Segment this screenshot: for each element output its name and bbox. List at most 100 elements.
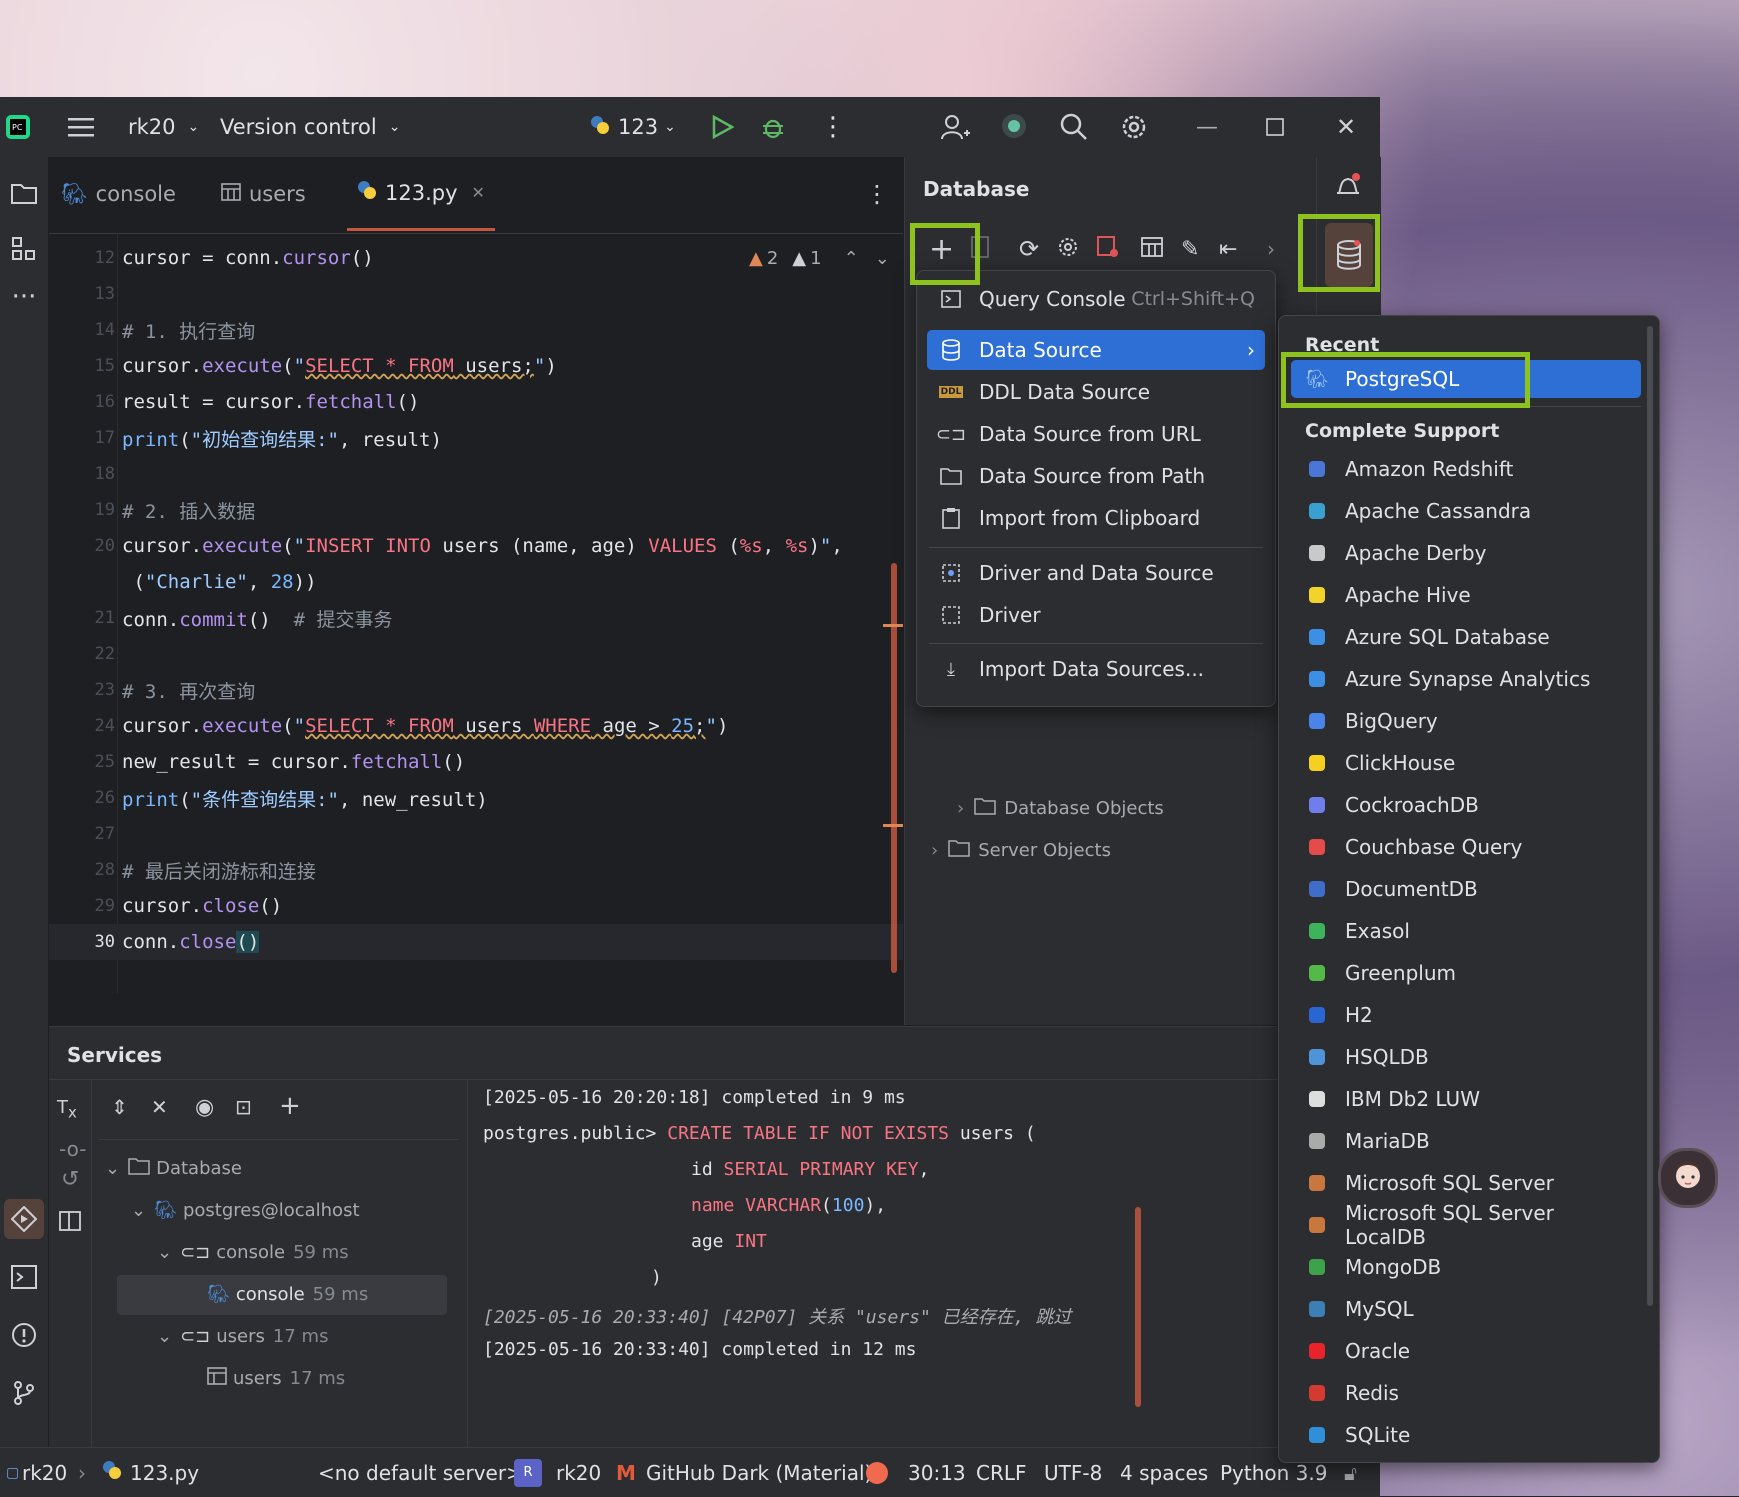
code-with-me-icon[interactable] bbox=[1000, 97, 1030, 157]
floating-assistant-avatar[interactable] bbox=[1658, 1148, 1718, 1208]
services-icon[interactable] bbox=[4, 1199, 44, 1239]
add-user-icon[interactable] bbox=[940, 97, 970, 157]
submenu-item-driver[interactable]: Exasol bbox=[1291, 912, 1641, 950]
expand-all-icon[interactable]: ⇕ bbox=[111, 1095, 128, 1119]
view-options-eye-icon[interactable]: ◉ bbox=[195, 1095, 214, 1120]
theme-color-dot[interactable] bbox=[866, 1461, 888, 1484]
minimize-icon[interactable]: — bbox=[1196, 97, 1218, 157]
submenu-item-driver[interactable]: ClickHouse bbox=[1291, 744, 1641, 782]
tx-icon[interactable]: Tx bbox=[57, 1097, 77, 1122]
tab-console[interactable]: 🐘︎ console bbox=[61, 157, 176, 231]
status-theme[interactable]: GitHub Dark (Material) bbox=[646, 1461, 872, 1485]
menu-item-data-source-url[interactable]: ⊂⊐ Data Source from URL bbox=[927, 414, 1265, 454]
submenu-item-driver[interactable]: H2 bbox=[1291, 996, 1641, 1034]
problems-icon[interactable] bbox=[4, 1315, 44, 1355]
menu-item-query-console[interactable]: Query Console Ctrl+Shift+Q bbox=[927, 279, 1265, 319]
layout-icon[interactable] bbox=[59, 1211, 81, 1235]
status-file[interactable]: 123.py bbox=[130, 1461, 199, 1485]
more-actions-icon[interactable]: ⋮ bbox=[820, 97, 846, 157]
submenu-item-driver[interactable]: CockroachDB bbox=[1291, 786, 1641, 824]
console-scrollbar[interactable] bbox=[1135, 1207, 1141, 1407]
submenu-item-driver[interactable]: IBM Db2 LUW bbox=[1291, 1080, 1641, 1118]
terminal-icon[interactable] bbox=[4, 1257, 44, 1297]
settings-gear-icon[interactable] bbox=[1120, 97, 1148, 157]
vcs-selector[interactable]: Version control ⌄ bbox=[220, 97, 400, 157]
error-stripe-marker[interactable] bbox=[883, 624, 903, 627]
tab-123-py[interactable]: 123.py ✕ bbox=[347, 157, 495, 231]
submenu-item-driver[interactable]: BigQuery bbox=[1291, 702, 1641, 740]
debug-icon[interactable] bbox=[760, 97, 786, 157]
tab-users[interactable]: users bbox=[221, 157, 306, 231]
submenu-item-driver[interactable]: DocumentDB bbox=[1291, 870, 1641, 908]
status-interpreter[interactable]: Python 3.9 bbox=[1220, 1461, 1328, 1485]
add-service-icon[interactable]: + bbox=[279, 1091, 301, 1121]
git-branch-icon[interactable] bbox=[4, 1373, 44, 1413]
disconnect-icon[interactable] bbox=[1097, 236, 1119, 262]
submenu-item-driver[interactable]: SQLite bbox=[1291, 1416, 1641, 1454]
submenu-item-driver[interactable]: Azure SQL Database bbox=[1291, 618, 1641, 656]
chevron-right-icon[interactable]: › bbox=[1267, 237, 1275, 261]
refresh-icon[interactable]: ⟳ bbox=[1019, 235, 1039, 263]
menu-item-import-data-sources[interactable]: ⤓ Import Data Sources... bbox=[927, 649, 1265, 689]
menu-item-data-source[interactable]: Data Source › bbox=[927, 330, 1265, 370]
code-editor[interactable]: 🐘︎ console users 123.py ✕ ⋮ ▲ 2 ▲ 1 ⌃ ⌄ bbox=[49, 157, 903, 1025]
close-window-icon[interactable]: ✕ bbox=[1336, 97, 1356, 157]
services-tree-console[interactable]: 🐘︎ console 59 ms bbox=[207, 1275, 368, 1313]
lock-icon[interactable]: 🔓︎ bbox=[1344, 1461, 1357, 1485]
collapse-all-icon[interactable]: ✕ bbox=[151, 1095, 168, 1119]
status-server[interactable]: <no default server> bbox=[318, 1461, 523, 1485]
status-project[interactable]: rk20 bbox=[22, 1461, 67, 1485]
services-tree-database[interactable]: ⌄ Database bbox=[105, 1149, 242, 1187]
menu-item-data-source-path[interactable]: Data Source from Path bbox=[927, 456, 1265, 496]
submenu-item-driver[interactable]: Couchbase Query bbox=[1291, 828, 1641, 866]
rollback-icon[interactable]: ↺ bbox=[61, 1167, 79, 1192]
status-indent[interactable]: 4 spaces bbox=[1120, 1461, 1208, 1485]
services-tree-console-session[interactable]: ⌄ ⊂⊐ console 59 ms bbox=[157, 1233, 349, 1271]
close-tab-icon[interactable]: ✕ bbox=[472, 183, 485, 202]
status-encoding[interactable]: UTF-8 bbox=[1044, 1461, 1102, 1485]
menu-item-driver[interactable]: Driver bbox=[927, 595, 1265, 635]
tree-database-objects[interactable]: › Database Objects bbox=[957, 789, 1164, 827]
submenu-item-driver[interactable]: MariaDB bbox=[1291, 1122, 1641, 1160]
status-user[interactable]: rk20 bbox=[556, 1461, 601, 1485]
submenu-item-driver[interactable]: Apache Hive bbox=[1291, 576, 1641, 614]
menu-item-ddl-data-source[interactable]: DDL DDL Data Source bbox=[927, 372, 1265, 412]
services-tree-users[interactable]: users 17 ms bbox=[207, 1359, 345, 1397]
more-tools-icon[interactable]: ··· bbox=[4, 277, 44, 317]
submenu-item-driver[interactable]: Microsoft SQL Server bbox=[1291, 1164, 1641, 1202]
tree-server-objects[interactable]: › Server Objects bbox=[931, 831, 1111, 869]
status-position[interactable]: 30:13 bbox=[908, 1461, 966, 1485]
status-line-separator[interactable]: CRLF bbox=[976, 1461, 1027, 1485]
menu-item-driver-data-source[interactable]: Driver and Data Source bbox=[927, 553, 1265, 593]
submenu-item-driver[interactable]: HSQLDB bbox=[1291, 1038, 1641, 1076]
submenu-item-driver[interactable]: Greenplum bbox=[1291, 954, 1641, 992]
submenu-item-driver[interactable]: Apache Cassandra bbox=[1291, 492, 1641, 530]
run-icon[interactable] bbox=[710, 97, 734, 157]
submenu-item-driver[interactable]: Azure Synapse Analytics bbox=[1291, 660, 1641, 698]
new-tab-icon[interactable]: ⊡ bbox=[235, 1095, 252, 1119]
submenu-item-driver[interactable]: Amazon Redshift bbox=[1291, 450, 1641, 488]
submenu-item-driver[interactable]: Oracle bbox=[1291, 1332, 1641, 1370]
project-folder-icon[interactable] bbox=[4, 173, 44, 213]
submenu-item-driver[interactable]: Microsoft SQL Server LocalDB bbox=[1291, 1201, 1641, 1249]
submenu-item-driver[interactable]: Apache Derby bbox=[1291, 534, 1641, 572]
commit-icon[interactable]: -o- bbox=[59, 1137, 86, 1161]
submenu-item-driver[interactable]: MongoDB bbox=[1291, 1248, 1641, 1286]
data-source-settings-icon[interactable] bbox=[1057, 236, 1079, 262]
table-view-icon[interactable] bbox=[1141, 237, 1163, 261]
run-config-selector[interactable]: 123 ⌄ bbox=[590, 97, 676, 157]
maximize-icon[interactable] bbox=[1266, 97, 1284, 157]
search-icon[interactable] bbox=[1060, 97, 1088, 157]
project-selector[interactable]: rk20 ⌄ bbox=[128, 97, 199, 157]
menu-item-import-clipboard[interactable]: Import from Clipboard bbox=[927, 498, 1265, 538]
structure-icon[interactable] bbox=[4, 229, 44, 269]
collapse-icon[interactable]: ⇤ bbox=[1219, 237, 1237, 262]
services-tree-postgres[interactable]: ⌄ 🐘︎ postgres@localhost bbox=[131, 1191, 360, 1229]
submenu-scrollbar[interactable] bbox=[1647, 326, 1653, 1306]
edit-pencil-icon[interactable]: ✎ bbox=[1181, 237, 1199, 262]
services-tree-users-session[interactable]: ⌄ ⊂⊐ users 17 ms bbox=[157, 1317, 328, 1355]
notifications-bell-icon[interactable] bbox=[1333, 171, 1363, 205]
pycharm-logo-icon[interactable]: PC bbox=[4, 97, 32, 157]
main-menu-icon[interactable] bbox=[68, 97, 96, 157]
tab-options-icon[interactable]: ⋮ bbox=[865, 157, 889, 231]
